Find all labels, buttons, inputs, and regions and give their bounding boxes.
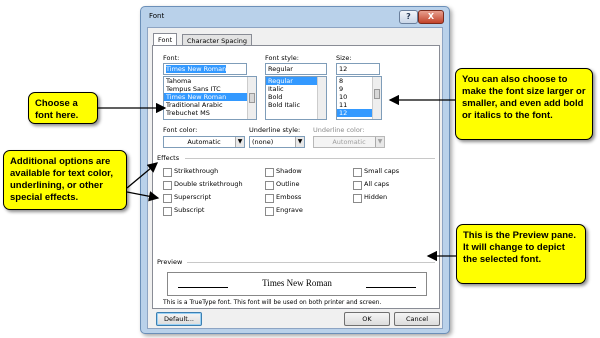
callout-size-and-style: You can also choose to make the font siz… [455,68,593,140]
callout-additional-options: Additional options are available for tex… [3,150,127,210]
arrow-to-effects [126,191,160,202]
arrow-to-font-color [126,162,158,189]
callout-preview-pane: This is the Preview pane. It will change… [456,224,586,284]
callout-choose-font: Choose a font here. [28,92,98,124]
